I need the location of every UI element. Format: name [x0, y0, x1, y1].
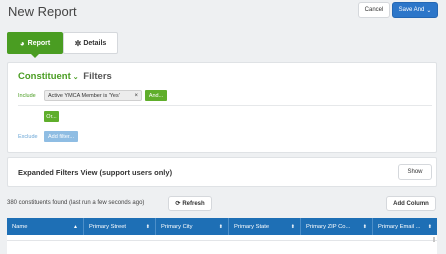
cancel-button[interactable]: Cancel — [358, 2, 390, 18]
show-button[interactable]: Show — [398, 164, 432, 180]
column-header-name[interactable]: Name ▲ — [7, 218, 84, 235]
exclude-label: Exclude — [18, 134, 38, 140]
sort-icon[interactable]: ⬍ — [291, 224, 295, 230]
expanded-filters-panel: Expanded Filters View (support users onl… — [7, 157, 437, 187]
column-label: Primary Street — [89, 223, 127, 230]
column-header-primary-city[interactable]: Primary City ⬍ — [156, 218, 229, 235]
chevron-down-icon: ⌄ — [426, 7, 432, 14]
tab-details-label: Details — [83, 39, 107, 47]
column-label: Name — [12, 223, 28, 230]
column-label: Primary ZIP Co... — [306, 223, 351, 230]
column-label: Primary State — [234, 223, 270, 230]
column-label: Primary City — [161, 223, 193, 230]
results-count: 380 constituents found (last run a few s… — [7, 200, 145, 206]
close-icon[interactable]: × — [134, 93, 138, 99]
add-filter-button[interactable]: Add filter... — [44, 131, 78, 142]
or-button[interactable]: Or... — [44, 111, 59, 122]
sort-icon[interactable]: ⬍ — [219, 224, 223, 230]
filters-heading: Constituent ⌄ Filters — [18, 71, 112, 82]
results-table: Name ▲ Primary Street ⬍ Primary City ⬍ P… — [7, 218, 437, 254]
sort-icon[interactable]: ⬍ — [428, 224, 432, 230]
pie-chart-icon: ◕ — [19, 38, 25, 48]
column-label: Primary Email ... — [378, 223, 421, 230]
save-and-button[interactable]: Save And ⌄ — [392, 2, 438, 18]
divider — [18, 105, 432, 106]
column-header-primary-street[interactable]: Primary Street ⬍ — [84, 218, 156, 235]
scrollbar[interactable] — [433, 237, 435, 242]
entity-selector[interactable]: Constituent — [18, 71, 71, 82]
table-row-divider — [7, 240, 437, 241]
filter-chip[interactable]: Active YMCA Member is 'Yes' × — [44, 90, 142, 101]
refresh-label: Refresh — [182, 200, 205, 207]
chevron-down-icon[interactable]: ⌄ — [73, 74, 79, 81]
refresh-button[interactable]: ⟳ Refresh — [168, 196, 212, 211]
sort-asc-icon[interactable]: ▲ — [73, 224, 78, 230]
tab-report[interactable]: ◕ Report — [7, 32, 63, 58]
sort-icon[interactable]: ⬍ — [146, 224, 150, 230]
column-header-primary-zip[interactable]: Primary ZIP Co... ⬍ — [301, 218, 373, 235]
tab-details[interactable]: ✲ Details — [63, 32, 118, 54]
page-title: New Report — [8, 4, 77, 19]
filters-panel: Constituent ⌄ Filters Include Active YMCA… — [7, 62, 437, 153]
save-and-label: Save And — [398, 7, 425, 13]
sort-icon[interactable]: ⬍ — [363, 224, 367, 230]
include-label: Include — [18, 93, 36, 99]
expanded-filters-title: Expanded Filters View (support users onl… — [18, 168, 173, 177]
refresh-icon: ⟳ — [175, 201, 181, 207]
gear-icon: ✲ — [74, 38, 82, 48]
table-header: Name ▲ Primary Street ⬍ Primary City ⬍ P… — [7, 218, 437, 235]
column-header-primary-state[interactable]: Primary State ⬍ — [229, 218, 301, 235]
and-button[interactable]: And... — [145, 90, 167, 101]
filter-chip-text: Active YMCA Member is 'Yes' — [48, 92, 120, 99]
tab-report-label: Report — [27, 39, 51, 47]
add-column-button[interactable]: Add Column — [386, 196, 436, 211]
column-header-primary-email[interactable]: Primary Email ... ⬍ — [373, 218, 437, 235]
filters-title: Filters — [83, 71, 112, 82]
